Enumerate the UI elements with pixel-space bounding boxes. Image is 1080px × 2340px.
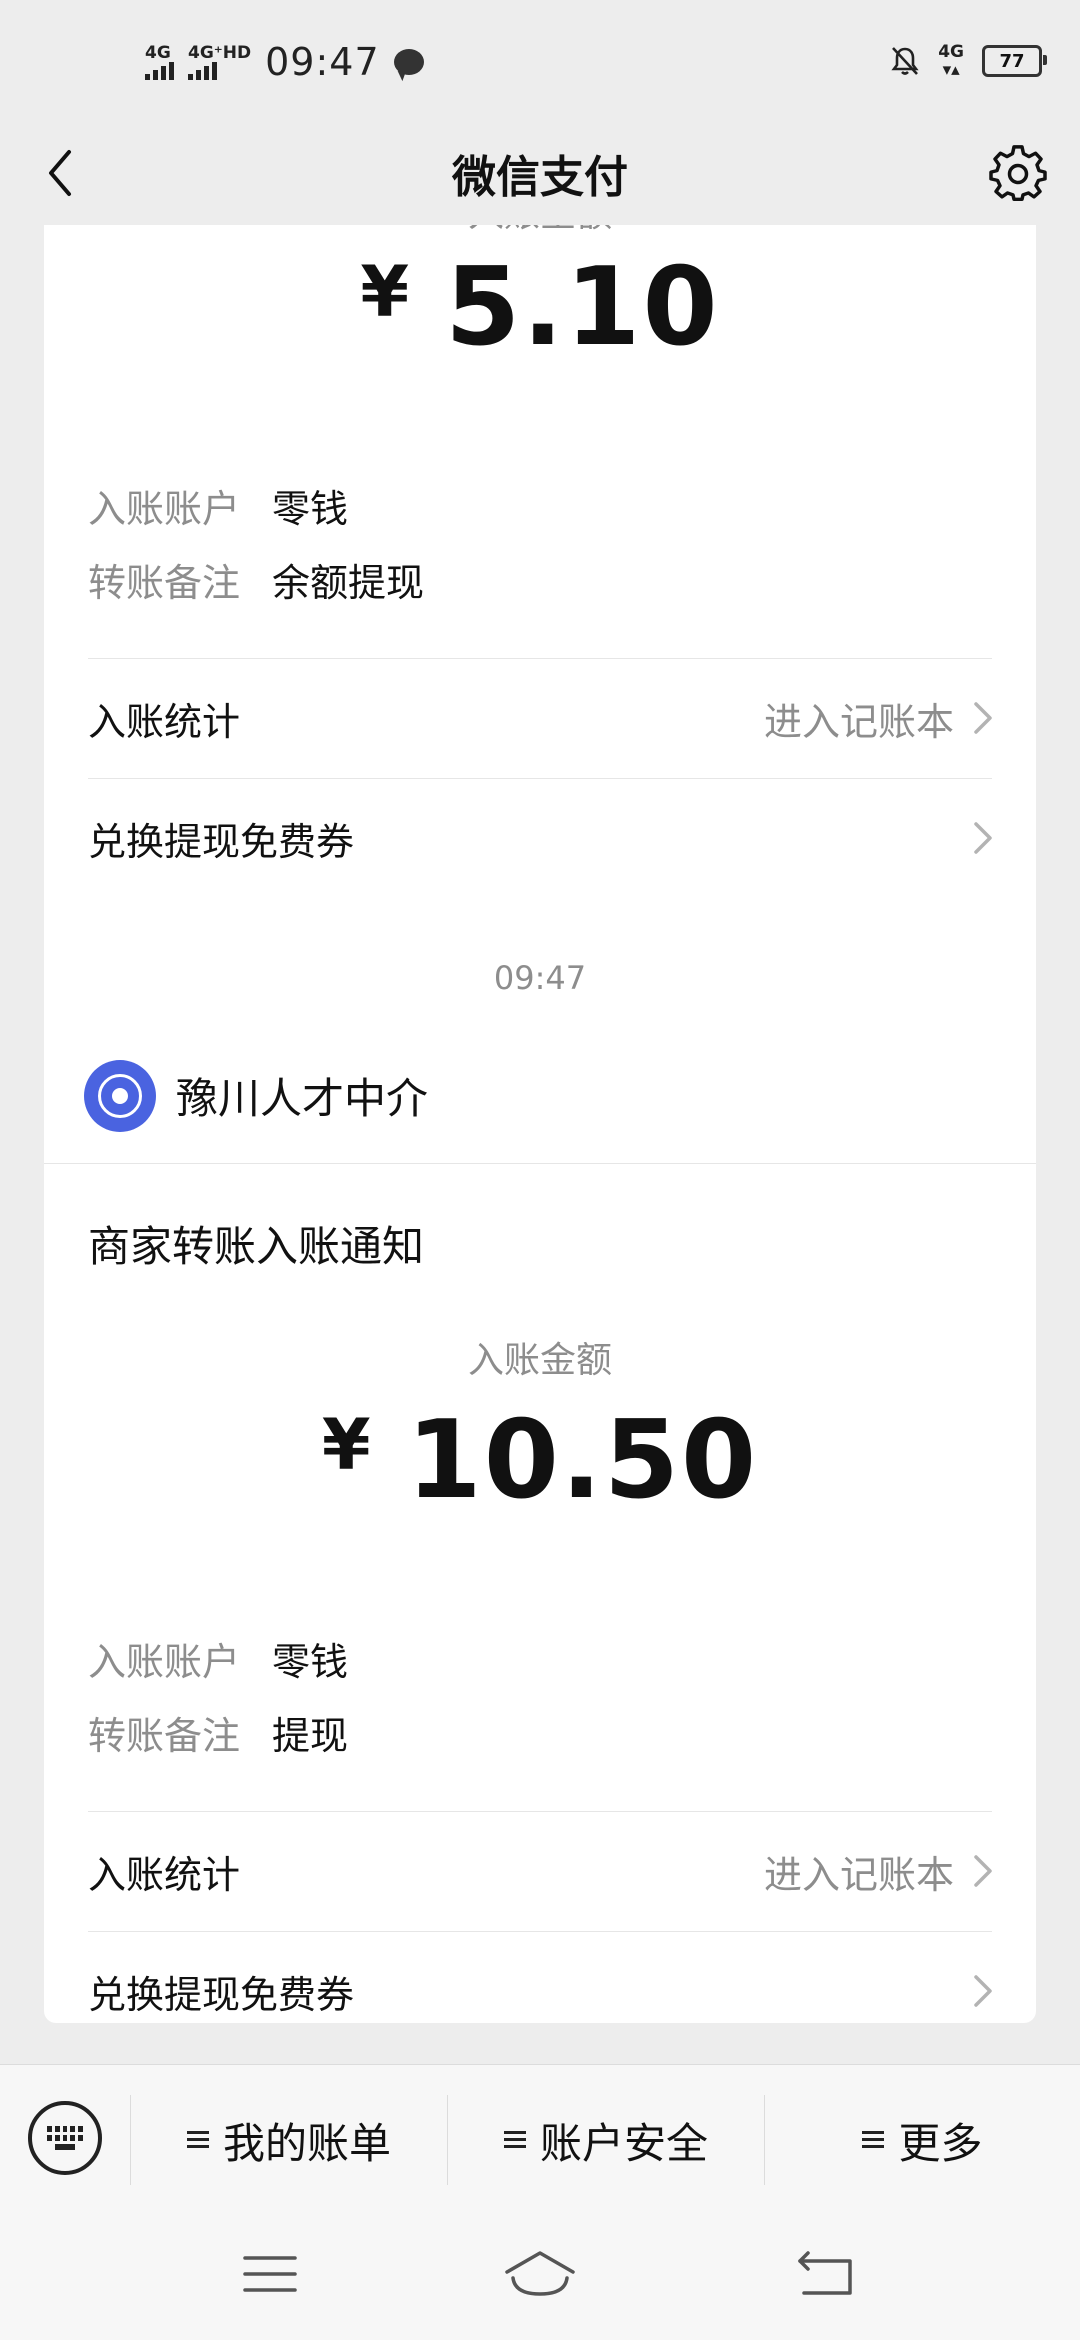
menu-label: 更多 xyxy=(898,2118,983,2168)
account-key: 入账账户 xyxy=(88,1640,241,1684)
signal-label: 4G xyxy=(145,43,171,63)
chevron-right-icon xyxy=(974,702,992,734)
network-label: 4G xyxy=(938,42,964,62)
remark-value: 余额提现 xyxy=(272,561,425,605)
remark-row: 转账备注 提现 xyxy=(88,1705,348,1760)
message-list[interactable]: 入账金额 ¥5.10 入账账户 零钱 转账备注 余额提现 入账统计 进入记账本 … xyxy=(0,225,1080,2065)
bell-muted-icon xyxy=(891,47,919,75)
network-icon: 4G ▾▴ xyxy=(938,42,964,80)
merchant-name: 豫川人才中介 xyxy=(176,1074,429,1123)
payment-card: 豫川人才中介 商家转账入账通知 入账金额 ¥10.50 入账账户 零钱 转账备注… xyxy=(44,1028,1036,2023)
voucher-row[interactable]: 兑换提现免费券 xyxy=(88,779,996,897)
menu-my-bills[interactable]: 我的账单 xyxy=(131,2065,447,2215)
battery-icon: 77 xyxy=(982,45,1047,77)
back-button[interactable] xyxy=(30,138,90,208)
merchant-header[interactable]: 豫川人才中介 xyxy=(44,1028,1036,1163)
nav-bar: 微信支付 xyxy=(0,120,1080,225)
account-key: 入账账户 xyxy=(88,487,241,531)
currency-symbol: ¥ xyxy=(321,1404,371,1486)
merchant-avatar xyxy=(84,1059,156,1132)
menu-label: 账户安全 xyxy=(539,2118,708,2168)
voucher-label: 兑换提现免费券 xyxy=(88,1972,355,2017)
stats-label: 入账统计 xyxy=(88,1852,241,1897)
signal-hd-label: 4G⁺HD xyxy=(188,43,252,63)
system-back-button[interactable] xyxy=(790,2244,860,2304)
account-value: 零钱 xyxy=(272,1640,349,1684)
currency-symbol: ¥ xyxy=(360,251,410,333)
menu-more[interactable]: 更多 xyxy=(765,2065,1080,2215)
status-bar: 4G 4G⁺HD 09:47 4G ▾▴ 77 xyxy=(0,0,1080,120)
menu-list-icon xyxy=(186,2130,209,2150)
amount-label: 入账金额 xyxy=(44,225,1036,237)
menu-list-icon xyxy=(862,2130,885,2150)
menu-icon xyxy=(243,2256,297,2292)
amount-value: 10.50 xyxy=(406,1398,759,1523)
status-time: 09:47 xyxy=(265,40,380,84)
status-left: 4G 4G⁺HD 09:47 xyxy=(145,34,424,90)
chevron-right-icon xyxy=(974,822,992,854)
remark-key: 转账备注 xyxy=(88,1714,241,1758)
menu-list-icon xyxy=(503,2130,526,2150)
back-icon xyxy=(798,2251,852,2295)
settings-button[interactable] xyxy=(986,142,1050,206)
signal-hd-icon: 4G⁺HD xyxy=(188,44,251,80)
stats-link: 进入记账本 xyxy=(763,1852,954,1897)
signal-icon: 4G xyxy=(145,44,174,80)
stats-label: 入账统计 xyxy=(88,699,241,744)
system-menu-button[interactable] xyxy=(235,2244,305,2304)
page-title: 微信支付 xyxy=(452,151,628,203)
amount-value: 5.10 xyxy=(445,245,720,370)
stats-link: 进入记账本 xyxy=(763,699,954,744)
system-nav-bar xyxy=(0,2214,1080,2340)
amount-label: 入账金额 xyxy=(467,1340,612,1381)
remark-key: 转账备注 xyxy=(88,561,241,605)
stats-row[interactable]: 入账统计 进入记账本 xyxy=(88,1812,996,1930)
message-timestamp: 09:47 xyxy=(493,959,587,997)
account-row: 入账账户 零钱 xyxy=(88,1631,348,1686)
account-row: 入账账户 零钱 xyxy=(88,478,348,533)
message-bubble-icon xyxy=(393,49,424,75)
chevron-right-icon xyxy=(974,1975,992,2007)
voucher-label: 兑换提现免费券 xyxy=(88,819,355,864)
voucher-row[interactable]: 兑换提现免费券 xyxy=(88,1932,996,2050)
keyboard-toggle-button[interactable] xyxy=(28,2101,102,2175)
chevron-right-icon xyxy=(974,1855,992,1887)
amount-display: ¥5.10 xyxy=(44,245,1036,370)
bottom-menu: 我的账单 账户安全 更多 xyxy=(0,2064,1080,2215)
menu-label: 我的账单 xyxy=(222,2118,391,2168)
system-home-button[interactable] xyxy=(505,2244,575,2304)
menu-account-security[interactable]: 账户安全 xyxy=(448,2065,764,2215)
gear-icon xyxy=(989,145,1047,201)
account-value: 零钱 xyxy=(272,487,349,531)
notice-title: 商家转账入账通知 xyxy=(88,1222,425,1271)
battery-level: 77 xyxy=(999,50,1025,72)
remark-row: 转账备注 余额提现 xyxy=(88,552,424,607)
amount-display: ¥10.50 xyxy=(44,1398,1036,1523)
home-icon xyxy=(505,2251,575,2296)
remark-value: 提现 xyxy=(272,1714,349,1758)
stats-row[interactable]: 入账统计 进入记账本 xyxy=(88,659,996,777)
keyboard-icon xyxy=(47,2126,83,2150)
status-right: 4G ▾▴ 77 xyxy=(890,36,1047,86)
divider xyxy=(44,1163,1036,1164)
back-arrow-icon xyxy=(49,150,71,196)
